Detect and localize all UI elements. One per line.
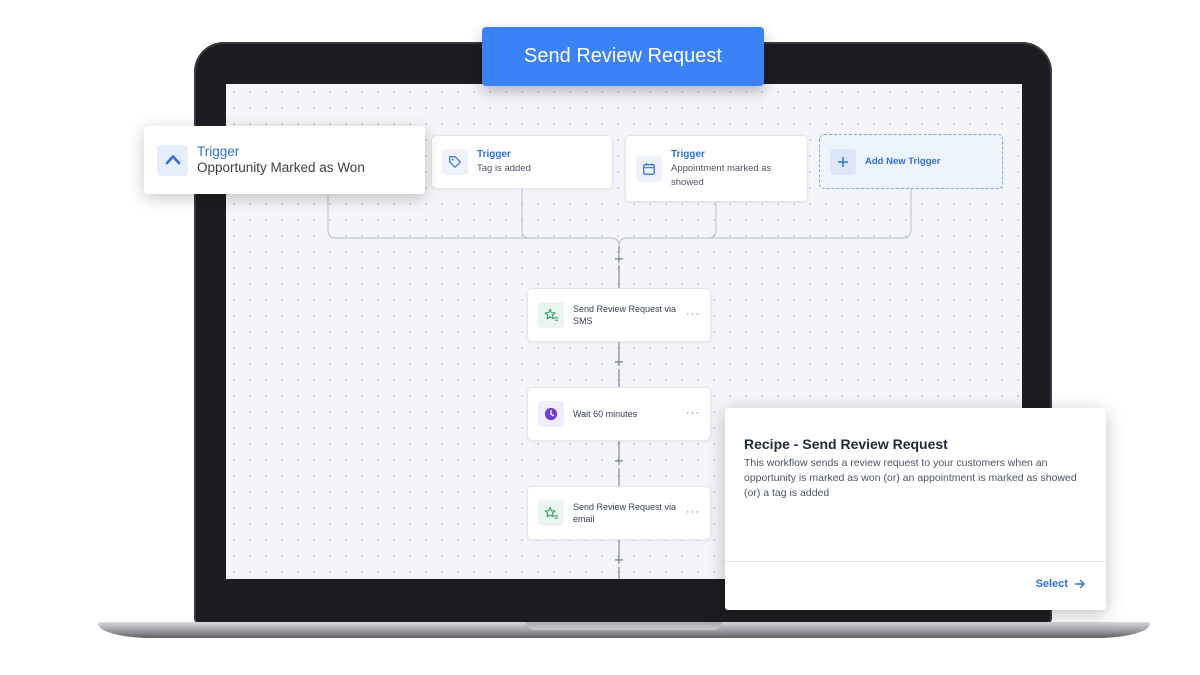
more-options-button[interactable]: ···: [686, 308, 700, 320]
tag-icon: [442, 149, 468, 175]
add-step-button[interactable]: +: [613, 554, 625, 567]
add-step-button[interactable]: +: [613, 253, 625, 266]
recipe-divider: [725, 561, 1106, 562]
trigger-label: Trigger: [671, 148, 705, 160]
action-node-sms[interactable]: Send Review Request via SMS ···: [527, 288, 711, 342]
calendar-icon: [636, 155, 662, 182]
star-list-icon: [538, 500, 564, 526]
page-title: Send Review Request: [482, 27, 764, 86]
action-node-email[interactable]: Send Review Request via email ···: [527, 486, 711, 540]
trigger-label: Trigger: [197, 144, 240, 159]
recipe-panel: Recipe - Send Review Request This workfl…: [725, 408, 1106, 610]
more-options-button[interactable]: ···: [686, 407, 700, 419]
arrow-right-icon: [1074, 578, 1086, 590]
star-list-icon: [538, 302, 564, 328]
trigger-description: Opportunity Marked as Won: [197, 160, 365, 175]
add-new-trigger-button[interactable]: Add New Trigger: [819, 134, 1003, 189]
recipe-description: This workflow sends a review request to …: [744, 457, 1077, 499]
chevron-up-icon: [157, 144, 188, 176]
clock-icon: [538, 401, 564, 427]
trigger-card-tag[interactable]: Trigger Tag is added: [431, 135, 613, 189]
action-label: Send Review Request via email: [573, 502, 677, 524]
add-step-button[interactable]: +: [613, 356, 625, 369]
more-options-button[interactable]: ···: [686, 506, 700, 518]
plus-icon: [830, 148, 856, 175]
action-node-wait[interactable]: Wait 60 minutes ···: [527, 387, 711, 441]
select-label: Select: [1035, 578, 1068, 590]
action-label: Send Review Request via SMS: [573, 304, 677, 326]
trigger-card-opportunity-won[interactable]: Trigger Opportunity Marked as Won: [144, 126, 425, 194]
recipe-title: Recipe - Send Review Request: [744, 436, 948, 452]
trigger-description: Tag is added: [477, 163, 531, 174]
trigger-description: Appointment marked as showed: [671, 162, 772, 188]
select-recipe-button[interactable]: Select: [1036, 578, 1086, 590]
action-label: Wait 60 minutes: [573, 409, 638, 419]
add-step-button[interactable]: +: [613, 455, 625, 468]
trigger-label: Trigger: [477, 149, 511, 160]
laptop-notch: [526, 622, 722, 630]
add-new-trigger-label: Add New Trigger: [865, 156, 941, 167]
trigger-card-appointment[interactable]: Trigger Appointment marked as showed: [625, 135, 808, 202]
